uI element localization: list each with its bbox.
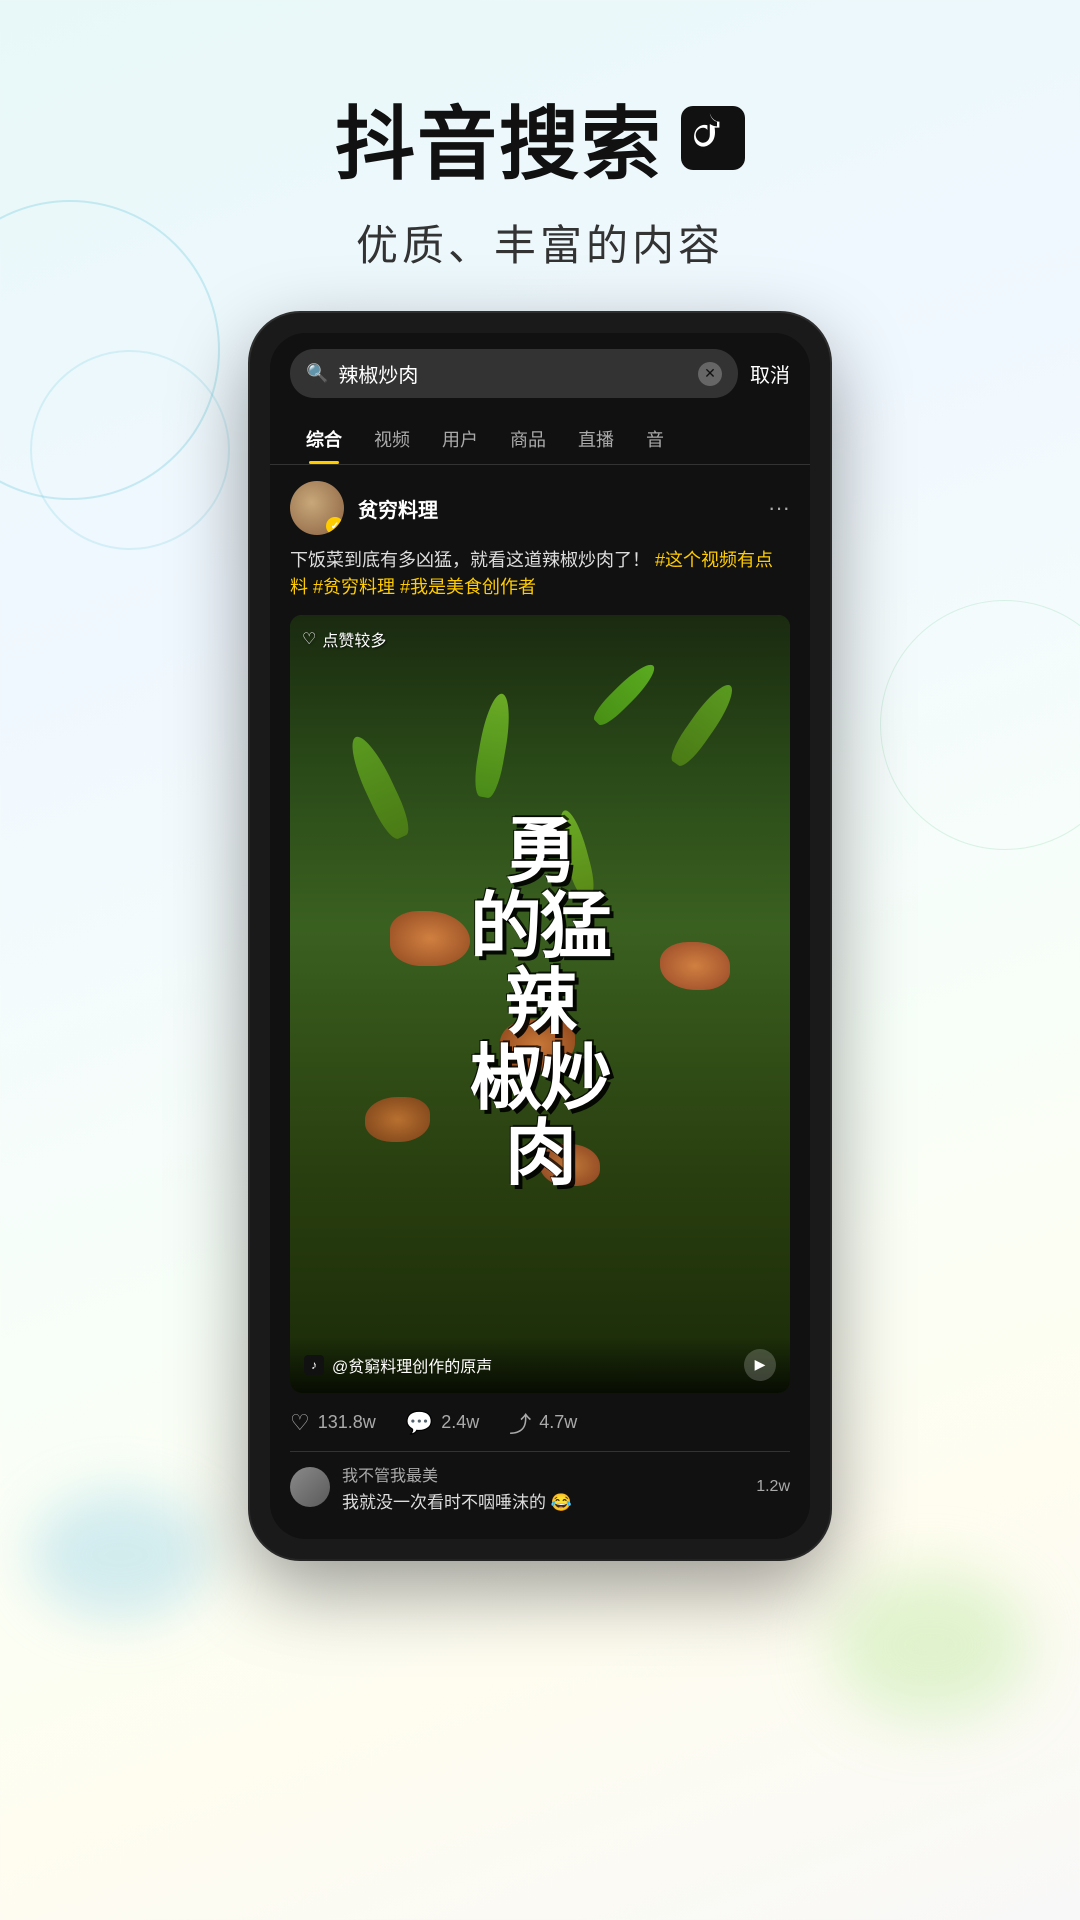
stats-row: ♡ 131.8w 💬 2.4w ⤴ 4.7w [290, 1393, 790, 1451]
verified-icon: ✓ [331, 521, 339, 532]
bg-blob-blue [30, 1490, 210, 1620]
user-card: ✓ 贫穷料理 ··· [290, 481, 790, 535]
share-icon: ⤴ [509, 1407, 531, 1439]
tab-user[interactable]: 用户 [426, 414, 494, 464]
audio-info: ♪ @贫窮料理创作的原声 ▶ [304, 1349, 776, 1381]
cancel-button[interactable]: 取消 [750, 359, 790, 388]
content-area: ✓ 贫穷料理 ··· 下饭菜到底有多凶猛，就看这道辣椒炒肉了！ #这个视频有点料… [270, 465, 810, 1539]
comment-icon: 💬 [406, 1410, 433, 1436]
likes-badge: ♡ 点赞较多 [302, 627, 386, 651]
bg-decoration-circle-2 [30, 350, 230, 550]
search-icon: 🔍 [306, 363, 328, 384]
audio-text: @贫窮料理创作的原声 [332, 1353, 492, 1377]
tab-comprehensive[interactable]: 综合 [290, 414, 358, 464]
phone-mockup: 🔍 辣椒炒肉 ✕ 取消 综合 视频 用户 商品 直播 [250, 313, 830, 1559]
verified-badge: ✓ [326, 517, 344, 535]
search-query-text: 辣椒炒肉 [338, 359, 688, 388]
avatar: ✓ [290, 481, 344, 535]
comment-username[interactable]: 我不管我最美 [342, 1462, 744, 1486]
play-icon: ▶ [755, 1356, 766, 1373]
more-options-button[interactable]: ··· [768, 495, 790, 521]
comments-stat[interactable]: 💬 2.4w [406, 1410, 479, 1436]
tab-product[interactable]: 商品 [494, 414, 562, 464]
shares-count: 4.7w [539, 1412, 577, 1433]
video-text-overlay: 勇的猛辣椒炒肉 [290, 615, 790, 1393]
app-title: 抖音搜索 [335, 80, 663, 196]
tab-bar: 综合 视频 用户 商品 直播 音 [270, 414, 810, 465]
search-input-wrapper[interactable]: 🔍 辣椒炒肉 ✕ [290, 349, 738, 398]
music-note-icon: ♪ [311, 1358, 317, 1372]
tiktok-logo-icon [681, 106, 745, 170]
post-description: 下饭菜到底有多凶猛，就看这道辣椒炒肉了！ #这个视频有点料 #贫穷料理 #我是美… [290, 547, 790, 601]
comment-count: 1.2w [756, 1478, 790, 1496]
hashtag-3[interactable]: #我是美食创作者 [400, 577, 536, 597]
heart-icon: ♡ [290, 1410, 310, 1436]
shares-stat[interactable]: ⤴ 4.7w [509, 1407, 577, 1439]
clear-icon: ✕ [704, 365, 716, 382]
hashtag-2[interactable]: #贫穷料理 [313, 577, 395, 597]
app-title-row: 抖音搜索 [0, 80, 1080, 196]
tiktok-note-icon: ♪ [304, 1355, 324, 1375]
clear-search-button[interactable]: ✕ [698, 362, 722, 386]
tab-live[interactable]: 直播 [562, 414, 630, 464]
audio-left: ♪ @贫窮料理创作的原声 [304, 1353, 492, 1377]
bg-decoration-circle-3 [880, 600, 1080, 850]
comments-count: 2.4w [441, 1412, 479, 1433]
comment-avatar [290, 1467, 330, 1507]
tab-audio[interactable]: 音 [630, 414, 680, 464]
comment-content: 我不管我最美 我就没一次看时不咽唾沫的 😂 [342, 1462, 744, 1513]
comment-text: 我就没一次看时不咽唾沫的 😂 [342, 1488, 744, 1513]
app-subtitle: 优质、丰富的内容 [0, 212, 1080, 273]
video-bottom: ♪ @贫窮料理创作的原声 ▶ [290, 1337, 790, 1393]
video-title-text: 勇的猛辣椒炒肉 [470, 815, 610, 1193]
bg-blob-green [830, 1570, 1030, 1720]
play-button[interactable]: ▶ [744, 1349, 776, 1381]
likes-stat[interactable]: ♡ 131.8w [290, 1410, 376, 1436]
phone-inner: 🔍 辣椒炒肉 ✕ 取消 综合 视频 用户 商品 直播 [270, 333, 810, 1539]
video-card[interactable]: 勇的猛辣椒炒肉 ♡ 点赞较多 ♪ @贫窮料理创作的原声 [290, 615, 790, 1393]
search-bar-row: 🔍 辣椒炒肉 ✕ 取消 [270, 333, 810, 414]
username[interactable]: 贫穷料理 [358, 494, 438, 523]
heart-icon-small: ♡ [302, 629, 316, 649]
likes-count: 131.8w [318, 1412, 376, 1433]
header-section: 抖音搜索 优质、丰富的内容 [0, 0, 1080, 313]
tab-video[interactable]: 视频 [358, 414, 426, 464]
comment-section: 我不管我最美 我就没一次看时不咽唾沫的 😂 1.2w [290, 1451, 790, 1523]
